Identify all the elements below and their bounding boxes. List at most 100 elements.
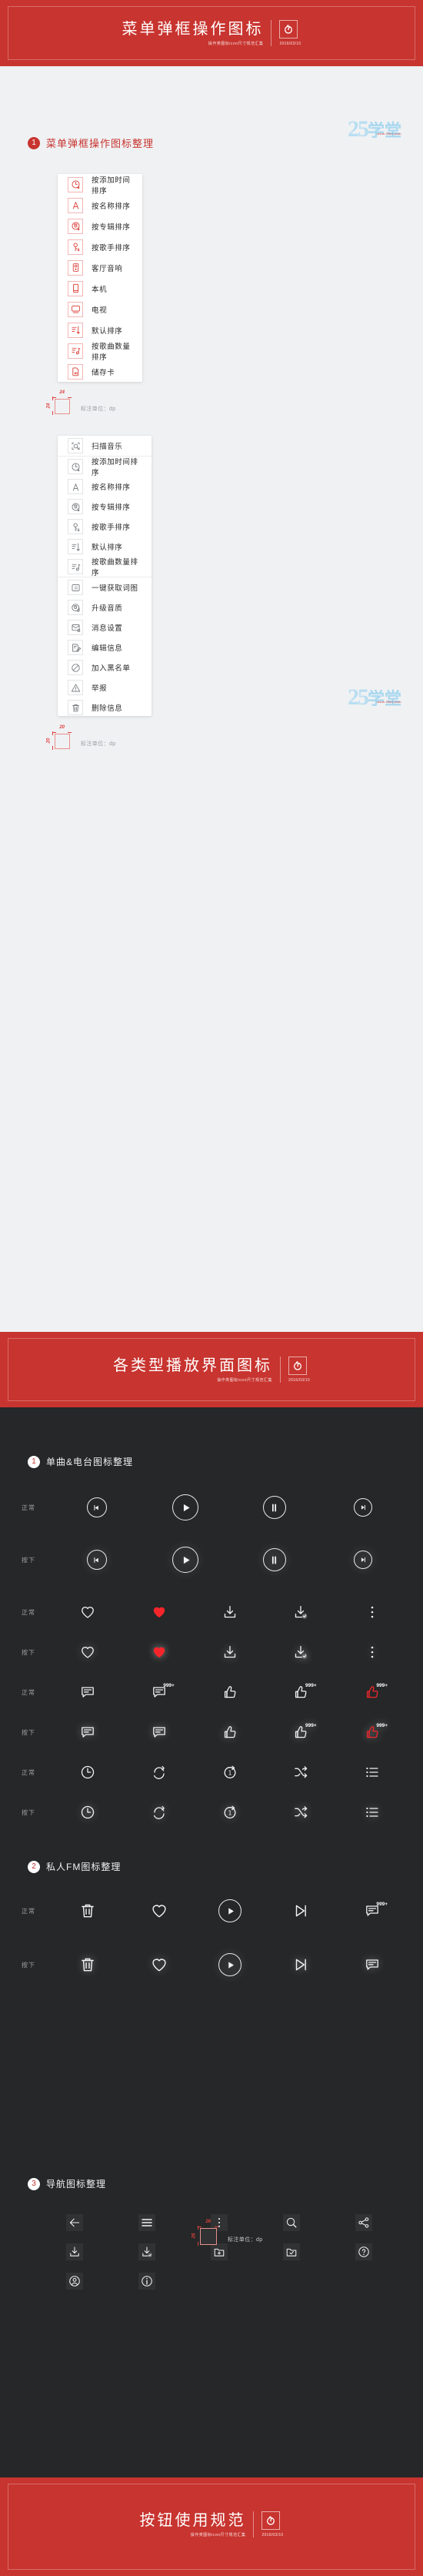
icon-cell[interactable] — [52, 1805, 123, 1820]
menu-item[interactable]: 按专辑排序 — [58, 497, 152, 517]
folder-check-icon[interactable] — [283, 2243, 300, 2260]
download-icon[interactable] — [222, 1604, 238, 1620]
download-icon[interactable] — [66, 2243, 83, 2260]
next-track-icon[interactable] — [292, 1902, 309, 1919]
clock-icon[interactable] — [80, 1805, 95, 1820]
icon-cell[interactable] — [123, 1902, 194, 1919]
icon-cell[interactable] — [111, 2208, 183, 2237]
icon-cell[interactable] — [230, 1548, 319, 1571]
play-icon[interactable] — [172, 1547, 199, 1573]
trash-icon[interactable] — [79, 1956, 96, 1973]
menu-item[interactable]: 按歌曲数量排序 — [58, 557, 152, 577]
heart-outline-icon[interactable] — [80, 1604, 95, 1620]
icon-cell[interactable] — [111, 2237, 183, 2267]
download-icon[interactable] — [222, 1644, 238, 1660]
downloaded-icon[interactable] — [138, 2243, 155, 2260]
icon-cell[interactable] — [111, 2267, 183, 2296]
playlist-icon[interactable] — [365, 1805, 380, 1820]
icon-cell[interactable] — [123, 1644, 194, 1660]
icon-cell[interactable] — [52, 1765, 123, 1780]
icon-cell[interactable] — [195, 1684, 265, 1700]
playlist-icon[interactable] — [365, 1765, 380, 1780]
previous-icon[interactable] — [86, 1550, 107, 1570]
icon-cell[interactable] — [337, 1957, 408, 1972]
thumbs-up-icon[interactable] — [222, 1725, 238, 1740]
icon-cell[interactable] — [123, 1956, 194, 1973]
icon-cell[interactable] — [52, 1956, 123, 1973]
menu-item[interactable]: 按添加时间排序 — [58, 174, 142, 196]
heart-outline-icon[interactable] — [80, 1644, 95, 1660]
back-arrow-icon[interactable] — [66, 2214, 83, 2231]
icon-cell[interactable] — [195, 1953, 265, 1976]
menu-item[interactable]: 按名称排序 — [58, 195, 142, 216]
search-icon[interactable] — [283, 2214, 300, 2231]
icon-cell[interactable]: 999+ — [337, 1683, 408, 1700]
menu-item[interactable]: 扫描音乐 — [58, 436, 152, 456]
menu-item[interactable]: 按歌手排序 — [58, 236, 142, 257]
next-icon[interactable] — [354, 1551, 373, 1569]
icon-cell[interactable] — [38, 2267, 111, 2296]
heart-outline-icon[interactable] — [151, 1902, 168, 1919]
repeat-one-icon[interactable]: 1 — [222, 1765, 238, 1780]
previous-icon[interactable] — [86, 1497, 107, 1517]
repeat-icon[interactable] — [152, 1765, 167, 1780]
comment-filled-icon[interactable] — [152, 1725, 167, 1740]
icon-cell[interactable]: 999+ — [337, 1723, 408, 1740]
icon-cell[interactable] — [265, 1956, 336, 1973]
thumbs-up-red-icon[interactable]: 999+ — [365, 1683, 388, 1700]
next-track-icon[interactable] — [292, 1956, 309, 1973]
info-icon[interactable] — [138, 2273, 155, 2290]
icon-cell[interactable] — [337, 1805, 408, 1820]
icon-cell[interactable] — [230, 1496, 319, 1519]
play-circle-icon[interactable] — [218, 1899, 242, 1922]
repeat-icon[interactable] — [152, 1805, 167, 1820]
icon-cell[interactable] — [195, 1604, 265, 1620]
icon-cell[interactable] — [265, 1805, 336, 1820]
icon-cell[interactable]: 999+ — [337, 1902, 408, 1919]
comment-count-icon[interactable]: 999+ — [365, 1902, 388, 1919]
heart-outline-icon[interactable] — [151, 1956, 168, 1973]
icon-cell[interactable] — [38, 2208, 111, 2237]
comment-filled-icon[interactable] — [80, 1725, 95, 1740]
help-icon[interactable] — [355, 2243, 372, 2260]
icon-cell[interactable] — [255, 2208, 328, 2237]
icon-cell[interactable] — [195, 1644, 265, 1660]
downloaded-icon[interactable] — [293, 1604, 308, 1620]
thumbs-up-red-icon[interactable]: 999+ — [365, 1723, 388, 1740]
comment-icon[interactable]: 999+ — [152, 1683, 175, 1700]
menu-item[interactable]: 按歌手排序 — [58, 517, 152, 537]
trash-icon[interactable] — [79, 1902, 96, 1919]
icon-cell[interactable] — [52, 1550, 142, 1570]
more-vertical-icon[interactable] — [365, 1644, 380, 1660]
menu-item[interactable]: 电视 — [58, 299, 142, 319]
icon-cell[interactable]: 1 — [195, 1765, 265, 1780]
icon-cell[interactable] — [195, 1899, 265, 1922]
icon-cell[interactable] — [52, 1725, 123, 1740]
menu-item[interactable]: 删除信息 — [58, 698, 152, 716]
menu-item[interactable]: 加入黑名单 — [58, 657, 152, 677]
menu-item[interactable]: 举报 — [58, 677, 152, 698]
thumbs-up-icon[interactable] — [222, 1684, 238, 1700]
menu-item[interactable]: 升级音质 — [58, 597, 152, 617]
icon-cell[interactable] — [142, 1494, 231, 1521]
icon-cell[interactable] — [337, 1765, 408, 1780]
icon-cell[interactable] — [52, 1902, 123, 1919]
thumbs-up-icon[interactable]: 999+ — [293, 1683, 317, 1700]
heart-filled-icon[interactable] — [152, 1644, 167, 1660]
icon-cell[interactable] — [52, 1604, 123, 1620]
shuffle-icon[interactable] — [293, 1765, 308, 1780]
icon-cell[interactable] — [123, 1765, 194, 1780]
play-circle-icon[interactable] — [218, 1953, 242, 1976]
menu-item[interactable]: 按名称排序 — [58, 477, 152, 497]
icon-cell[interactable] — [337, 1604, 408, 1620]
next-icon[interactable] — [354, 1498, 373, 1517]
menu-item[interactable]: 消息设置 — [58, 617, 152, 637]
icon-cell[interactable]: 1 — [195, 1805, 265, 1820]
icon-cell[interactable]: 999+ — [265, 1723, 336, 1740]
comment-icon[interactable] — [80, 1684, 95, 1700]
icon-cell[interactable] — [52, 1497, 142, 1517]
icon-cell[interactable]: 999+ — [123, 1683, 194, 1700]
menu-item[interactable]: 编辑信息 — [58, 637, 152, 657]
comment-icon[interactable] — [365, 1957, 380, 1972]
heart-filled-icon[interactable] — [152, 1604, 167, 1620]
